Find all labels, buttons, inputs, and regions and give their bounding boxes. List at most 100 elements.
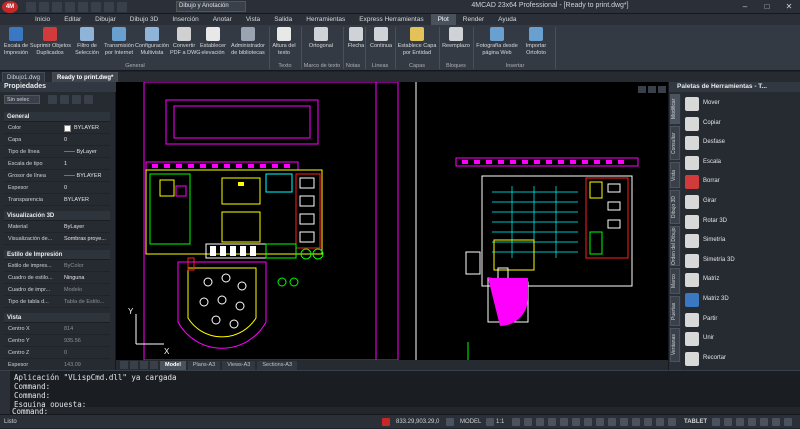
menu-5[interactable]: Anotar [206,14,239,25]
tool-rotate-3d[interactable]: Rotar 3D [683,212,799,232]
print-icon[interactable] [78,2,88,12]
tool-trim[interactable]: Recortar [683,349,799,369]
menu-6[interactable]: Vista [239,14,267,25]
ribbon-button-2[interactable]: Filtro de Selección [72,27,102,56]
tool-array-3d[interactable]: Matriz 3D [683,290,799,310]
menu-10[interactable]: Plot [430,14,456,25]
redo-icon[interactable] [117,2,127,12]
ribbon-button-14[interactable]: Fotografía desde página Web [476,27,518,56]
tool-array[interactable]: Matriz [683,270,799,290]
new-file-icon[interactable] [26,2,36,12]
menu-9[interactable]: Express Herramientas [352,14,430,25]
help-icon[interactable] [760,418,768,426]
plot-preview-icon[interactable] [91,2,101,12]
property-row[interactable]: Centro X 814 [4,324,110,335]
lock-icon[interactable] [656,418,664,426]
palette-tab-3[interactable]: Dibujo 3D [670,190,680,224]
tab-dibujo1[interactable]: Dibujo1.dwg [2,72,46,82]
dynamic-ucs-icon[interactable] [608,418,616,426]
notifications-icon[interactable] [772,418,780,426]
menu-7[interactable]: Salida [267,14,299,25]
tool-mirror-3d[interactable]: Simetría 3D [683,251,799,271]
property-value[interactable]: —— BYLAYER [64,171,110,182]
property-value[interactable]: 1 [64,159,110,170]
filter-icon[interactable] [84,95,93,104]
otrack-icon[interactable] [548,418,556,426]
units-icon[interactable] [748,418,756,426]
ribbon-button-6[interactable]: Establecer elevación [198,27,228,56]
tablet-toggle[interactable]: TABLET [684,415,707,429]
command-line-grip[interactable] [0,371,10,415]
maximize-button[interactable]: □ [756,0,778,14]
tool-move[interactable]: Mover [683,94,799,114]
ribbon-button-0[interactable]: Escala de Impresión [2,27,30,56]
tool-scale[interactable]: Escala [683,153,799,173]
menu-0[interactable]: Inicio [28,14,57,25]
transparency-icon[interactable] [572,418,580,426]
ribbon-button-1[interactable]: Suprimir Objetos Duplicados [30,27,71,56]
tool-rotate[interactable]: Girar [683,192,799,212]
property-row[interactable]: Grosor de línea —— BYLAYER [4,171,110,182]
annotation-visibility-icon[interactable] [632,418,640,426]
property-value[interactable]: 935.56 [64,336,110,347]
undo-icon[interactable] [104,2,114,12]
property-value[interactable]: BYLAYER [74,123,120,134]
ribbon-button-11[interactable]: Continua [368,27,394,50]
minimize-button[interactable]: – [734,0,756,14]
menu-12[interactable]: Ayuda [491,14,523,25]
palette-tab-1[interactable]: Consultar [670,126,680,160]
property-value[interactable]: Ninguna [64,273,110,284]
grid-toggle-icon[interactable] [446,418,454,426]
property-row[interactable]: Transparencia BYLAYER [4,195,110,206]
palette-tab-6[interactable]: Puertas [670,296,680,326]
hardware-acceleration-icon[interactable] [712,418,720,426]
workspace-select[interactable]: Dibujo y Anotación [176,1,246,12]
ribbon-button-5[interactable]: Convertir PDF a DWG [170,27,201,56]
isolate-objects-icon[interactable] [668,418,676,426]
palette-tab-0[interactable]: Modificar [670,94,680,124]
layout-nav-icon-1[interactable] [130,361,138,369]
ribbon-button-4[interactable]: Configuración Multivista [134,27,170,56]
tool-mirror[interactable]: Simetría [683,231,799,251]
property-row[interactable]: Espesor 0 [4,183,110,194]
selection-select[interactable]: Sin selec [4,95,40,104]
tool-break[interactable]: Partir [683,310,799,330]
annotation-scale[interactable]: 1:1 [496,415,504,429]
property-row[interactable]: Centro Z 0 [4,348,110,359]
tool-copy[interactable]: Copiar [683,114,799,134]
layout-nav-icon-2[interactable] [140,361,148,369]
palette-tab-5[interactable]: Marco [670,268,680,294]
menu-8[interactable]: Herramientas [299,14,352,25]
ribbon-button-13[interactable]: Reemplazo [440,27,472,50]
menu-3[interactable]: Dibujo 3D [123,14,166,25]
property-row[interactable]: Color BYLAYER [4,123,110,134]
menu-1[interactable]: Editar [57,14,88,25]
property-row[interactable]: Cuadro de impr... Modelo [4,285,110,296]
layout-tab-0[interactable]: Model [160,360,186,370]
property-value[interactable]: 0 [64,183,110,194]
osnap-icon[interactable] [536,418,544,426]
properties-section-view[interactable]: Vista [4,313,110,323]
property-value[interactable]: Tabla de Estilo... [64,297,110,308]
properties-section-general[interactable]: General [4,112,110,122]
status-menu-icon[interactable] [784,418,792,426]
property-row[interactable]: Escala de tipo 1 [4,159,110,170]
layout-tab-3[interactable]: Sections-A3 [257,360,298,370]
ortho-icon[interactable] [512,418,520,426]
property-row[interactable]: Estilo de impres... ByColor [4,261,110,272]
selection-cycling-icon[interactable] [584,418,592,426]
select-objects-icon[interactable] [60,95,69,104]
4mcad-logo-icon[interactable]: 4M [2,1,18,13]
property-value[interactable]: 0 [64,135,110,146]
layout-nav-icon-0[interactable] [120,361,128,369]
tab-ready-to-print[interactable]: Ready to print.dwg* [52,72,119,82]
property-value[interactable]: BYLAYER [64,195,110,206]
save-as-icon[interactable] [65,2,75,12]
snap-settings-icon[interactable] [382,418,390,426]
property-value[interactable]: Modelo [64,285,110,296]
ribbon-button-15[interactable]: Importar Ortofoto [520,27,552,56]
property-value[interactable]: 814 [64,324,110,335]
layout-nav-icon-3[interactable] [150,361,158,369]
polar-icon[interactable] [524,418,532,426]
viewport-scale-icon[interactable] [486,418,494,426]
